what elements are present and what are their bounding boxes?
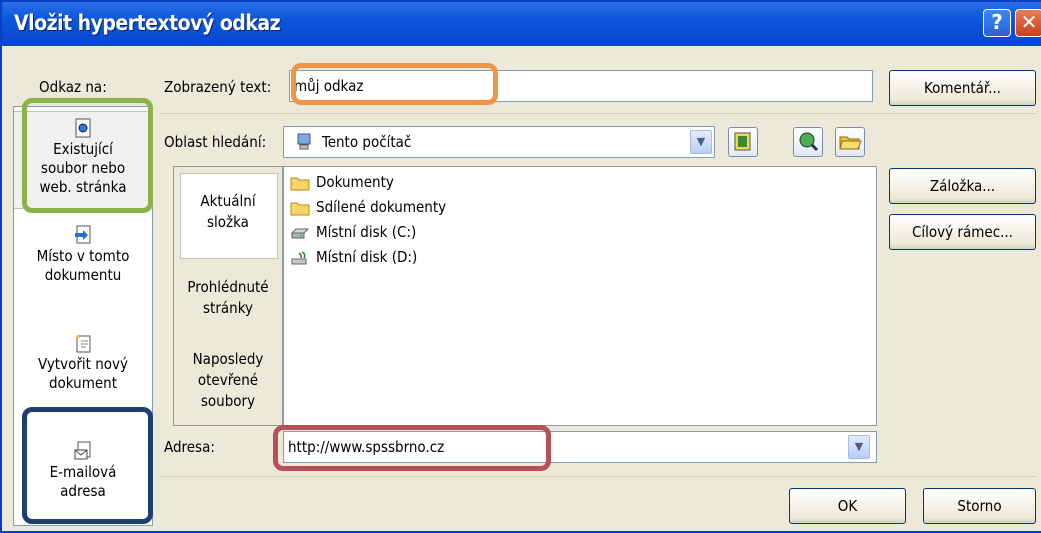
removable-disk-icon [291, 250, 307, 264]
address-input[interactable]: http://www.spssbrno.cz [283, 431, 877, 463]
address-label: Adresa: [164, 438, 215, 456]
display-text-input[interactable]: můj odkaz [289, 70, 873, 102]
link-to-existing-label-2: soubor nebo [40, 159, 126, 177]
bookmark-button[interactable]: Záložka... [889, 168, 1036, 204]
cancel-button[interactable]: Storno [923, 488, 1036, 524]
open-folder-icon [839, 136, 862, 150]
file-list-item[interactable]: Sdílené dokumenty [290, 196, 446, 218]
link-to-new-label-1: Vytvořit nový [38, 355, 128, 373]
link-to-email-label-1: E-mailová [49, 463, 117, 481]
help-button[interactable]: ? [983, 9, 1011, 37]
new-document-icon [76, 334, 91, 353]
file-name: Místní disk (C:) [316, 223, 417, 241]
file-list-item[interactable]: Místní disk (D:) [290, 246, 417, 268]
ok-button[interactable]: OK [789, 488, 906, 524]
display-text-label: Zobrazený text: [164, 78, 272, 96]
file-list[interactable]: Dokumenty Sdílené dokumenty Místní disk … [283, 166, 877, 426]
recent-files-label-3: soubory [200, 392, 256, 410]
folder-icon [290, 202, 310, 215]
look-in-dropdown-arrow[interactable]: ▼ [690, 130, 712, 154]
current-folder-label-1: Aktuální [200, 192, 256, 210]
computer-icon [297, 133, 311, 150]
browsed-pages-label-2: stránky [203, 299, 253, 317]
search-icon [799, 132, 819, 152]
link-to-new-document[interactable]: Vytvořit nový dokument [14, 333, 152, 393]
address-dropdown-arrow[interactable]: ▼ [848, 435, 870, 459]
dialog-title: Vložit hypertextový odkaz [14, 11, 281, 35]
folder-icon [290, 177, 310, 190]
link-to-email-address[interactable]: E-mailová adresa [14, 441, 152, 501]
link-to-place-in-document[interactable]: Místo v tomto dokumentu [14, 225, 152, 285]
link-to-email-label-2: adresa [60, 482, 106, 500]
hyperlink-dialog: Vložit hypertextový odkaz ? ✕ Odkaz na: … [0, 0, 1041, 533]
target-frame-button[interactable]: Cílový rámec... [889, 214, 1036, 250]
browse-current-folder[interactable]: Aktuální složka [174, 191, 282, 233]
browse-browsed-pages[interactable]: Prohlédnuté stránky [174, 277, 282, 319]
place-in-document-icon [75, 225, 91, 244]
title-bar[interactable]: Vložit hypertextový odkaz ? ✕ [2, 2, 1041, 46]
search-web-button[interactable] [793, 127, 823, 157]
close-button[interactable]: ✕ [1015, 9, 1041, 37]
current-folder-label-2: složka [207, 213, 249, 231]
link-to-existing-file[interactable]: Existující soubor nebo web. stránka [14, 111, 152, 209]
link-to-new-label-2: dokument [48, 374, 118, 392]
file-name: Sdílené dokumenty [316, 198, 447, 216]
file-list-item[interactable]: Místní disk (C:) [290, 221, 416, 243]
file-name: Místní disk (D:) [316, 248, 418, 266]
link-to-existing-label-3: web. stránka [39, 178, 127, 196]
browsed-pages-label-1: Prohlédnuté [187, 278, 269, 296]
browse-web-icon [734, 132, 751, 151]
browse-web-button[interactable] [728, 127, 758, 157]
look-in-value: Tento počítač [322, 133, 412, 151]
look-in-combo[interactable]: Tento počítač [283, 126, 715, 158]
divider [160, 476, 1036, 477]
comment-button[interactable]: Komentář... [889, 70, 1036, 106]
hard-disk-icon [290, 228, 310, 238]
file-name: Dokumenty [316, 173, 394, 191]
browse-recent-files[interactable]: Naposledy otevřené soubory [174, 349, 282, 412]
browse-panel: Aktuální složka Prohlédnuté stránky Napo… [173, 166, 283, 426]
link-to-existing-label-1: Existující [53, 140, 113, 158]
link-to-place-label-1: Místo v tomto [36, 247, 130, 265]
link-to-heading: Odkaz na: [39, 78, 107, 96]
divider [160, 113, 1036, 114]
browse-file-button[interactable] [835, 127, 865, 157]
link-to-place-label-2: dokumentu [44, 266, 122, 284]
existing-file-icon [75, 118, 91, 138]
file-list-item[interactable]: Dokumenty [290, 171, 394, 193]
look-in-label: Oblast hledání: [164, 133, 267, 151]
email-address-icon [74, 441, 91, 460]
link-to-bar: Existující soubor nebo web. stránka Míst… [13, 106, 153, 526]
recent-files-label-1: Naposledy [192, 350, 264, 368]
recent-files-label-2: otevřené [197, 371, 259, 389]
